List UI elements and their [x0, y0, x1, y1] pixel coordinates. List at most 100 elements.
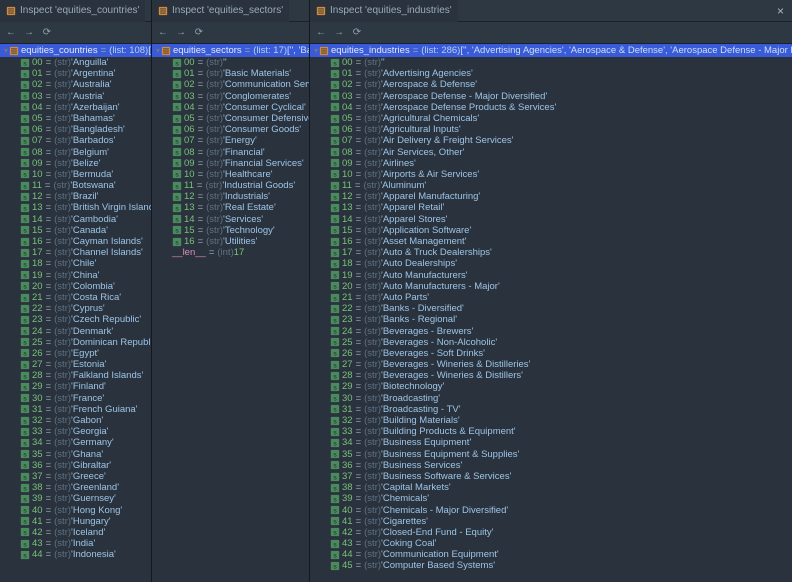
list-item[interactable]: s13=(str) 'British Virgin Islands' — [0, 202, 151, 213]
chevron-down-icon[interactable]: ▾ — [4, 44, 8, 57]
tab-inspect[interactable]: Inspect 'equities_industries' — [310, 0, 458, 22]
list-item[interactable]: s09=(str) 'Financial Services' — [152, 158, 309, 169]
list-item[interactable]: s09=(str) 'Belize' — [0, 158, 151, 169]
list-item[interactable]: s17=(str) 'Channel Islands' — [0, 247, 151, 258]
list-item[interactable]: s14=(str) 'Apparel Stores' — [310, 214, 792, 225]
list-item[interactable]: s41=(str) 'Hungary' — [0, 516, 151, 527]
list-item[interactable]: s07=(str) 'Barbados' — [0, 135, 151, 146]
list-item[interactable]: s02=(str) 'Aerospace & Defense' — [310, 79, 792, 90]
list-item[interactable]: s06=(str) 'Agricultural Inputs' — [310, 124, 792, 135]
list-item[interactable]: s28=(str) 'Falkland Islands' — [0, 370, 151, 381]
variable-header-row[interactable]: ▾equities_sectors=(list: 17) ['', 'Basic… — [152, 44, 309, 57]
list-item[interactable]: s24=(str) 'Beverages - Brewers' — [310, 326, 792, 337]
tab-inspect[interactable]: Inspect 'equities_countries' — [0, 0, 145, 22]
list-item[interactable]: s33=(str) 'Building Products & Equipment… — [310, 426, 792, 437]
list-item[interactable]: s39=(str) 'Chemicals' — [310, 493, 792, 504]
list-item[interactable]: s40=(str) 'Hong Kong' — [0, 505, 151, 516]
list-item[interactable]: s04=(str) 'Consumer Cyclical' — [152, 102, 309, 113]
arrow-left-icon[interactable]: ← — [4, 26, 18, 40]
list-item[interactable]: s12=(str) 'Brazil' — [0, 191, 151, 202]
list-item[interactable]: s11=(str) 'Industrial Goods' — [152, 180, 309, 191]
list-item[interactable]: s42=(str) 'Iceland' — [0, 527, 151, 538]
list-item[interactable]: s29=(str) 'Biotechnology' — [310, 381, 792, 392]
list-item[interactable]: s12=(str) 'Industrials' — [152, 191, 309, 202]
list-item[interactable]: s07=(str) 'Air Delivery & Freight Servic… — [310, 135, 792, 146]
list-item[interactable]: s27=(str) 'Beverages - Wineries & Distil… — [310, 359, 792, 370]
list-item[interactable]: s10=(str) 'Healthcare' — [152, 169, 309, 180]
list-item[interactable]: s34=(str) 'Business Equipment' — [310, 437, 792, 448]
list-item[interactable]: s05=(str) 'Agricultural Chemicals' — [310, 113, 792, 124]
list-item[interactable]: s31=(str) 'French Guiana' — [0, 404, 151, 415]
list-item[interactable]: s05=(str) 'Bahamas' — [0, 113, 151, 124]
tree-view[interactable]: ▾equities_countries=(list: 108) ['Angus0… — [0, 44, 151, 582]
list-item[interactable]: s03=(str) 'Aerospace Defense - Major Div… — [310, 91, 792, 102]
list-item[interactable]: s08=(str) 'Air Services, Other' — [310, 147, 792, 158]
list-item[interactable]: s08=(str) 'Belgium' — [0, 147, 151, 158]
list-item[interactable]: s00=(str) 'Anguilla' — [0, 57, 151, 68]
list-item[interactable]: s07=(str) 'Energy' — [152, 135, 309, 146]
list-item[interactable]: s16=(str) 'Utilities' — [152, 236, 309, 247]
list-item[interactable]: s13=(str) 'Apparel Retail' — [310, 202, 792, 213]
list-item[interactable]: s14=(str) 'Services' — [152, 214, 309, 225]
list-item[interactable]: s20=(str) 'Auto Manufacturers - Major' — [310, 281, 792, 292]
chevron-down-icon[interactable]: ▾ — [314, 44, 318, 57]
list-item[interactable]: s40=(str) 'Chemicals - Major Diversified… — [310, 505, 792, 516]
list-item[interactable]: s35=(str) 'Business Equipment & Supplies… — [310, 449, 792, 460]
list-item[interactable]: s23=(str) 'Banks - Regional' — [310, 314, 792, 325]
list-item[interactable]: s03=(str) 'Austria' — [0, 91, 151, 102]
list-item[interactable]: s43=(str) 'Coking Coal' — [310, 538, 792, 549]
list-item[interactable]: s31=(str) 'Broadcasting - TV' — [310, 404, 792, 415]
list-item[interactable]: s01=(str) 'Argentina' — [0, 68, 151, 79]
list-item[interactable]: s44=(str) 'Indonesia' — [0, 549, 151, 560]
tree-view[interactable]: ▾equities_sectors=(list: 17) ['', 'Basic… — [152, 44, 309, 582]
list-item[interactable]: s10=(str) 'Airports & Air Services' — [310, 169, 792, 180]
list-item[interactable]: s33=(str) 'Georgia' — [0, 426, 151, 437]
arrow-right-icon[interactable]: → — [332, 26, 346, 40]
list-item[interactable]: s37=(str) 'Business Software & Services' — [310, 471, 792, 482]
list-item[interactable]: s42=(str) 'Closed-End Fund - Equity' — [310, 527, 792, 538]
list-item[interactable]: s45=(str) 'Computer Based Systems' — [310, 560, 792, 571]
refresh-icon[interactable]: ⟳ — [40, 26, 54, 40]
list-item[interactable]: s32=(str) 'Building Materials' — [310, 415, 792, 426]
list-item[interactable]: s04=(str) 'Azerbaijan' — [0, 102, 151, 113]
list-item[interactable]: s24=(str) 'Denmark' — [0, 326, 151, 337]
tree-view[interactable]: ▾equities_industries=(list: 286) ['', 'A… — [310, 44, 792, 582]
list-item[interactable]: s09=(str) 'Airlines' — [310, 158, 792, 169]
list-item[interactable]: s12=(str) 'Apparel Manufacturing' — [310, 191, 792, 202]
list-item[interactable]: s08=(str) 'Financial' — [152, 147, 309, 158]
list-item[interactable]: s37=(str) 'Greece' — [0, 471, 151, 482]
list-item[interactable]: s01=(str) 'Basic Materials' — [152, 68, 309, 79]
variable-header-row[interactable]: ▾equities_industries=(list: 286) ['', 'A… — [310, 44, 792, 57]
list-item[interactable]: s16=(str) 'Cayman Islands' — [0, 236, 151, 247]
refresh-icon[interactable]: ⟳ — [350, 26, 364, 40]
list-item[interactable]: s30=(str) 'Broadcasting' — [310, 393, 792, 404]
list-item[interactable]: s21=(str) 'Costa Rica' — [0, 292, 151, 303]
list-item[interactable]: s36=(str) 'Gibraltar' — [0, 460, 151, 471]
variable-header-row[interactable]: ▾equities_countries=(list: 108) ['Angu — [0, 44, 151, 57]
list-item[interactable]: s28=(str) 'Beverages - Wineries & Distil… — [310, 370, 792, 381]
list-item[interactable]: s34=(str) 'Germany' — [0, 437, 151, 448]
list-item[interactable]: s11=(str) 'Botswana' — [0, 180, 151, 191]
len-row[interactable]: __len__=(int) 17 — [152, 247, 309, 258]
list-item[interactable]: s00=(str) '' — [310, 57, 792, 68]
list-item[interactable]: s11=(str) 'Aluminum' — [310, 180, 792, 191]
list-item[interactable]: s44=(str) 'Communication Equipment' — [310, 549, 792, 560]
arrow-left-icon[interactable]: ← — [156, 26, 170, 40]
list-item[interactable]: s00=(str) '' — [152, 57, 309, 68]
list-item[interactable]: s19=(str) 'China' — [0, 270, 151, 281]
list-item[interactable]: s41=(str) 'Cigarettes' — [310, 516, 792, 527]
list-item[interactable]: s27=(str) 'Estonia' — [0, 359, 151, 370]
list-item[interactable]: s19=(str) 'Auto Manufacturers' — [310, 270, 792, 281]
list-item[interactable]: s15=(str) 'Application Software' — [310, 225, 792, 236]
list-item[interactable]: s16=(str) 'Asset Management' — [310, 236, 792, 247]
list-item[interactable]: s10=(str) 'Bermuda' — [0, 169, 151, 180]
list-item[interactable]: s32=(str) 'Gabon' — [0, 415, 151, 426]
list-item[interactable]: s26=(str) 'Beverages - Soft Drinks' — [310, 348, 792, 359]
list-item[interactable]: s26=(str) 'Egypt' — [0, 348, 151, 359]
list-item[interactable]: s18=(str) 'Auto Dealerships' — [310, 258, 792, 269]
chevron-down-icon[interactable]: ▾ — [156, 44, 160, 57]
list-item[interactable]: s06=(str) 'Consumer Goods' — [152, 124, 309, 135]
list-item[interactable]: s14=(str) 'Cambodia' — [0, 214, 151, 225]
arrow-left-icon[interactable]: ← — [314, 26, 328, 40]
list-item[interactable]: s03=(str) 'Conglomerates' — [152, 91, 309, 102]
